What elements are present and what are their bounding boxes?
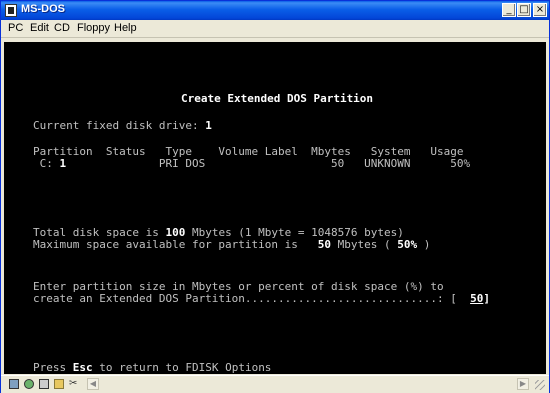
menu-pc[interactable]: PC: [8, 22, 23, 34]
footer-rest: to return to FDISK Options: [92, 361, 272, 374]
close-button[interactable]: ×: [533, 3, 547, 17]
footer-line: Press Esc to return to FDISK Options: [33, 362, 271, 374]
max-space-rest: Mbytes (: [331, 238, 391, 251]
status-bar: ✂ ◀ ▶: [1, 375, 549, 393]
current-drive-line: Current fixed disk drive: 1: [33, 120, 212, 132]
resize-grip[interactable]: [535, 380, 545, 390]
dos-console[interactable]: Create Extended DOS Partition Current fi…: [4, 42, 546, 374]
max-space-line: Maximum space available for partition is…: [33, 239, 430, 251]
partition-details: PRI DOS 50 UNKNOWN 50%: [66, 157, 471, 170]
maximize-button[interactable]: □: [517, 3, 531, 17]
menu-edit[interactable]: Edit: [30, 22, 49, 34]
menu-bar: PC Edit CD Floppy Help: [1, 20, 549, 38]
partition-drive: C:: [33, 157, 53, 170]
network-icon[interactable]: [24, 379, 34, 389]
msdos-app-icon[interactable]: [5, 4, 17, 17]
partition-size-input[interactable]: 50: [470, 292, 483, 305]
input-close-bracket: ]: [483, 292, 490, 305]
menu-floppy[interactable]: Floppy: [77, 22, 110, 34]
scroll-left-button[interactable]: ◀: [87, 378, 99, 390]
max-space-percent: 50%: [390, 238, 418, 251]
floppy-icon[interactable]: [39, 379, 49, 389]
partition-row: C: 1 PRI DOS 50 UNKNOWN 50%: [33, 157, 471, 170]
menu-cd[interactable]: CD: [54, 22, 70, 34]
current-drive-value: 1: [205, 119, 212, 132]
minimize-button[interactable]: _: [502, 3, 516, 17]
scroll-right-button[interactable]: ▶: [517, 378, 529, 390]
max-space-value: 50: [317, 238, 332, 251]
window-title: MS-DOS: [21, 3, 65, 15]
msdos-window: MS-DOS _ □ × PC Edit CD Floppy Help Crea…: [0, 0, 550, 393]
max-space-close: ): [417, 238, 431, 251]
menu-help[interactable]: Help: [114, 22, 137, 34]
title-bar[interactable]: MS-DOS _ □ ×: [1, 1, 549, 20]
footer-prefix: Press: [33, 361, 73, 374]
folder-icon[interactable]: [54, 379, 64, 389]
esc-key-label: Esc: [72, 361, 93, 374]
max-space-label: Maximum space available for partition is: [33, 238, 318, 251]
scissors-icon[interactable]: ✂: [69, 379, 79, 389]
prompt-text: create an Extended DOS Partition........…: [33, 292, 457, 305]
fdisk-heading: Create Extended DOS Partition: [181, 92, 374, 105]
prompt-line-2: create an Extended DOS Partition........…: [33, 293, 490, 305]
current-drive-label: Current fixed disk drive:: [33, 119, 199, 132]
monitor-icon[interactable]: [9, 379, 19, 389]
